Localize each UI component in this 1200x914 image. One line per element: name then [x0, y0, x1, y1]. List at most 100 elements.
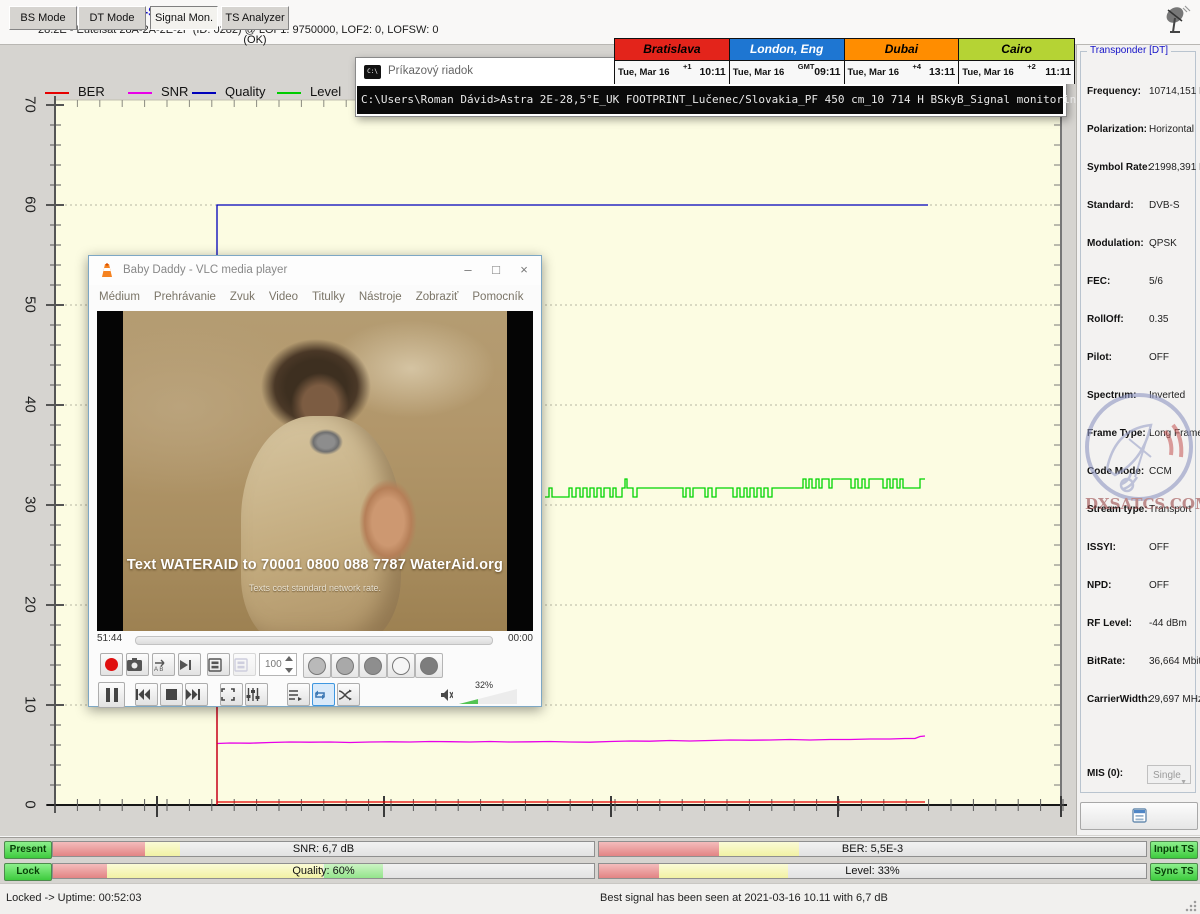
playback-order-button[interactable]	[287, 683, 310, 706]
skin-button-1[interactable]	[303, 653, 331, 678]
next-icon	[186, 689, 200, 700]
vlc-menu-zvuk[interactable]: Zvuk	[230, 291, 255, 303]
vlc-menu-zobrazi[interactable]: Zobraziť	[416, 291, 459, 303]
spinner-down-icon[interactable]	[285, 668, 293, 673]
clock-card-bratislava: BratislavaTue, Mar 16+110:11	[615, 39, 730, 83]
previous-button[interactable]	[135, 683, 158, 706]
spinner-up-icon[interactable]	[285, 656, 293, 661]
tp-field-bitrate-: BitRate:36,664 Mbit/s	[1081, 646, 1195, 684]
vlc-menu-pomocnk[interactable]: Pomocník	[472, 291, 523, 303]
vlc-window-title: Baby Daddy - VLC media player	[123, 264, 287, 276]
level-meter: Level: 33%	[598, 863, 1147, 879]
mis-dropdown[interactable]: Single ▼	[1147, 765, 1191, 784]
lock-indicator: Lock	[4, 863, 52, 881]
video-overlay-subtext: Texts cost standard network rate.	[123, 583, 507, 593]
skin-button-2[interactable]	[331, 653, 359, 678]
fullscreen-button[interactable]	[220, 683, 243, 706]
vlc-menu-titulky[interactable]: Titulky	[312, 291, 345, 303]
tp-field-label: Pilot:	[1087, 352, 1112, 363]
volume-percent: 32%	[475, 680, 493, 690]
y-tick-label-50: 50	[22, 293, 39, 317]
loop-button[interactable]	[312, 683, 335, 706]
tp-field-pilot-: Pilot:OFF	[1081, 342, 1195, 380]
y-tick-label-60: 60	[22, 193, 39, 217]
chevron-down-icon: ▼	[1180, 773, 1187, 792]
tab-bs-mode[interactable]: BS Mode	[9, 6, 77, 30]
present-indicator: Present	[4, 841, 52, 859]
stop-button[interactable]	[160, 683, 183, 706]
vlc-titlebar[interactable]: Baby Daddy - VLC media player – □ ×	[89, 256, 541, 285]
skin-button-group	[303, 653, 443, 676]
tp-field-spectrum-: Spectrum:Inverted	[1081, 380, 1195, 418]
clock-timezone: +2	[1027, 62, 1036, 71]
skin-button-4[interactable]	[387, 653, 415, 678]
tp-field-label: RF Level:	[1087, 618, 1132, 629]
ab-loop-icon: A B	[153, 658, 168, 672]
tp-field-label: Modulation:	[1087, 238, 1144, 249]
tab-dt-mode[interactable]: DT Mode	[78, 6, 146, 30]
shuffle-button[interactable]	[337, 683, 360, 706]
tp-field-label: Polarization:	[1087, 124, 1147, 135]
tp-field-label: BitRate:	[1087, 656, 1125, 667]
clock-time: 11:11	[1045, 66, 1071, 78]
docked-playlist-button[interactable]	[233, 653, 256, 676]
pause-icon	[106, 688, 110, 702]
clock-timezone: +4	[913, 62, 922, 71]
cmd-console: C:\Users\Roman Dávid>Astra 2E-28,5°E_UK …	[357, 86, 1063, 114]
tp-field-label: NPD:	[1087, 580, 1111, 591]
speed-spinner[interactable]: 100	[259, 653, 297, 676]
loop-icon	[313, 689, 327, 701]
volume-slider[interactable]	[459, 689, 517, 704]
clock-body: Tue, Mar 16+211:11	[959, 61, 1074, 84]
application-window: TBS 5927 USB DVB-S2 Tuner 28.2E - Eutels…	[0, 0, 1200, 914]
tp-field-fec-: FEC:5/6	[1081, 266, 1195, 304]
frame-step-button[interactable]	[178, 653, 201, 676]
tp-field-stream-type-: Stream type:Transport	[1081, 494, 1195, 532]
skin-button-3[interactable]	[359, 653, 387, 678]
y-tick-label-10: 10	[22, 693, 39, 717]
record-button[interactable]	[100, 653, 123, 676]
playlist-icon	[208, 658, 222, 672]
y-tick-label-70: 70	[22, 93, 39, 117]
equalizer-button[interactable]	[245, 683, 268, 706]
stream-list-icon	[1132, 808, 1147, 823]
maximize-button[interactable]: □	[485, 260, 507, 280]
tp-field-modulation-: Modulation:QPSK	[1081, 228, 1195, 266]
ab-loop-button[interactable]: A B	[152, 653, 175, 676]
tab-signal-mon[interactable]: Signal Mon.	[150, 6, 218, 30]
tp-field-value: 29,697 MHz	[1149, 694, 1200, 705]
total-time: 00:00	[508, 633, 533, 644]
close-button[interactable]: ×	[513, 260, 535, 280]
skin-button-5[interactable]	[415, 653, 443, 678]
seek-slider[interactable]	[135, 636, 493, 645]
tp-field-value: DVB-S	[1149, 200, 1180, 211]
tp-field-value: 0.35	[1149, 314, 1168, 325]
vlc-menu-prehrvanie[interactable]: Prehrávanie	[154, 291, 216, 303]
snapshot-button[interactable]	[126, 653, 149, 676]
elapsed-time: 51:44	[97, 633, 122, 644]
tp-field-label: ISSYI:	[1087, 542, 1116, 553]
sidebar-tool-button[interactable]	[1080, 802, 1198, 830]
clock-city: Dubai	[845, 39, 959, 61]
vlc-menu-mdium[interactable]: Médium	[99, 291, 140, 303]
minimize-button[interactable]: –	[457, 260, 479, 280]
resize-grip[interactable]	[1185, 900, 1197, 912]
playlist-button[interactable]	[207, 653, 230, 676]
sync-ts-indicator: Sync TS	[1150, 863, 1198, 881]
transponder-sidebar: Transponder [DT] Frequency:10714,151 MHz…	[1076, 45, 1200, 835]
pause-button[interactable]	[98, 682, 125, 708]
tp-field-value: OFF	[1149, 580, 1169, 591]
clock-card-cairo: CairoTue, Mar 16+211:11	[959, 39, 1074, 83]
vlc-menu-nstroje[interactable]: Nástroje	[359, 291, 402, 303]
tp-field-value: 21998,391 KS/s	[1149, 162, 1200, 173]
next-button[interactable]	[185, 683, 208, 706]
tab-ts-analyzer[interactable]: TS Analyzer (OK)	[221, 6, 289, 30]
vlc-menu-video[interactable]: Video	[269, 291, 298, 303]
level-meter-label: Level: 33%	[599, 865, 1146, 877]
vlc-video-area: Text WATERAID to 70001 0800 088 7787 Wat…	[97, 311, 533, 631]
video-overlay-text: Text WATERAID to 70001 0800 088 7787 Wat…	[123, 557, 507, 573]
legend-item-level: Level	[277, 84, 341, 99]
clock-card-london-eng: London, EngTue, Mar 16GMT09:11	[730, 39, 845, 83]
volume-fill	[459, 689, 478, 704]
tp-field-npd-: NPD: OFF	[1081, 570, 1195, 608]
